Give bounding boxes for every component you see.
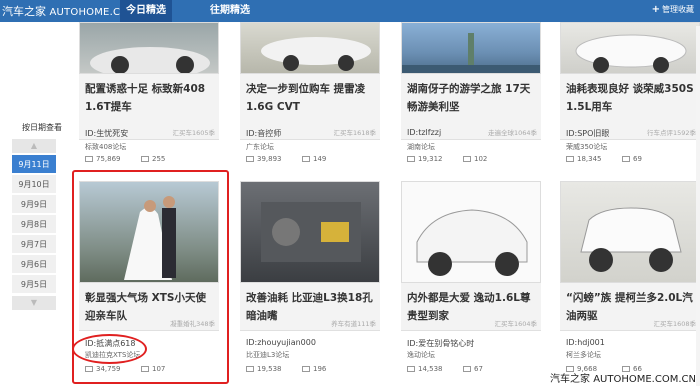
- manage-favorites-button[interactable]: + 管理收藏: [652, 4, 694, 15]
- forum-name[interactable]: 荣威350论坛: [566, 142, 607, 152]
- author-id[interactable]: ID:SPO旧眼: [566, 128, 609, 139]
- author-id[interactable]: ID:tzlfzzj: [407, 128, 441, 137]
- logo-text: 汽车之家: [2, 5, 46, 18]
- view-count: 18,345: [566, 155, 602, 163]
- article-title[interactable]: 湖南伢子的游学之旅 17天畅游美利坚: [407, 80, 537, 116]
- comment-icon: [622, 156, 630, 162]
- chevron-up-icon: ▲: [30, 141, 38, 150]
- eye-icon: [407, 366, 415, 372]
- article-title[interactable]: 配置诱惑十足 标致新408 1.6T提车: [85, 80, 215, 116]
- article-image[interactable]: [240, 22, 380, 74]
- watermark: 汽车之家 AUTOHOME.COM.CN: [550, 374, 696, 385]
- article-caption: 改善油耗 比亚迪L3换18孔暗油嘴 养车有道111季: [240, 283, 380, 331]
- comment-icon: [302, 156, 310, 162]
- article-image[interactable]: [560, 22, 700, 74]
- article-tag: 汇买车1604季: [494, 320, 537, 328]
- highlight-oval: [72, 334, 147, 364]
- author-id[interactable]: ID:爱在别骨铭心时: [407, 338, 474, 349]
- date-item[interactable]: 9月6日: [12, 255, 56, 274]
- forum-name[interactable]: 广东论坛: [246, 142, 274, 152]
- article-caption: 内外都是大爱 逸动1.6L尊贵型到家 汇买车1604季: [401, 283, 541, 331]
- eye-icon: [407, 156, 415, 162]
- reply-count: 255: [141, 155, 165, 163]
- reply-count: 196: [302, 365, 326, 373]
- article-tag: 养车有道111季: [331, 320, 376, 328]
- reply-count: 67: [463, 365, 483, 373]
- comment-icon: [302, 366, 310, 372]
- author-id[interactable]: ID:hdj001: [566, 338, 605, 347]
- date-item[interactable]: 9月9日: [12, 195, 56, 214]
- forum-name[interactable]: 逸动论坛: [407, 350, 435, 360]
- view-count: 14,538: [407, 365, 443, 373]
- article-title[interactable]: 油耗表现良好 谈荣威350S 1.5L用车: [566, 80, 696, 116]
- article-tag: 汇买车1605季: [172, 129, 215, 137]
- comment-icon: [463, 156, 471, 162]
- author-id[interactable]: ID:zhouyujian000: [246, 338, 316, 347]
- author-id[interactable]: ID:生忧死安: [85, 128, 128, 139]
- article-card[interactable]: 配置诱惑十足 标致新408 1.6T提车 汇买车1605季 ID:生忧死安 标致…: [79, 22, 219, 172]
- forum-name[interactable]: 比亚迪L3论坛: [246, 350, 289, 360]
- eye-icon: [85, 156, 93, 162]
- date-item[interactable]: 9月11日: [12, 155, 56, 174]
- date-item[interactable]: 9月8日: [12, 215, 56, 234]
- reply-count: 69: [622, 155, 642, 163]
- article-tag: 汇买车1618季: [333, 129, 376, 137]
- article-card[interactable]: “闪螃”族 提柯兰多2.0L汽油两驱 汇买车1608季 ID:hdj001 柯兰…: [560, 181, 700, 381]
- article-tag: 汇买车1608季: [653, 320, 696, 328]
- reply-count: 102: [463, 155, 487, 163]
- article-image[interactable]: [401, 22, 541, 74]
- eye-icon: [246, 156, 254, 162]
- date-item[interactable]: 9月10日: [12, 175, 56, 194]
- article-card[interactable]: 油耗表现良好 谈荣威350S 1.5L用车 行车点评1592季 ID:SPO旧眼…: [560, 22, 700, 172]
- article-card[interactable]: 改善油耗 比亚迪L3换18孔暗油嘴 养车有道111季 ID:zhouyujian…: [240, 181, 380, 381]
- forum-name[interactable]: 柯兰多论坛: [566, 350, 601, 360]
- view-count: 19,538: [246, 365, 282, 373]
- date-item[interactable]: 9月7日: [12, 235, 56, 254]
- scrollbar[interactable]: [696, 26, 700, 386]
- top-bar: 汽车之家 AUTOHOME.COM.CN 今日精选 往期精选 + 管理收藏: [0, 0, 700, 22]
- manage-label: 管理收藏: [662, 5, 694, 14]
- article-image[interactable]: [560, 181, 700, 283]
- tab-today[interactable]: 今日精选: [120, 0, 172, 22]
- view-count: 75,869: [85, 155, 121, 163]
- article-image[interactable]: [79, 22, 219, 74]
- article-card[interactable]: 内外都是大爱 逸动1.6L尊贵型到家 汇买车1604季 ID:爱在别骨铭心时 逸…: [401, 181, 541, 381]
- tab-past[interactable]: 往期精选: [204, 0, 256, 22]
- author-id[interactable]: ID:音控师: [246, 128, 281, 139]
- eye-icon: [566, 156, 574, 162]
- article-tag: 行车点评1592季: [646, 129, 696, 137]
- view-count: 39,893: [246, 155, 282, 163]
- article-image[interactable]: [401, 181, 541, 283]
- comment-icon: [463, 366, 471, 372]
- plus-icon: +: [651, 4, 660, 15]
- article-card[interactable]: 决定一步到位购车 提雷凌1.6G CVT 汇买车1618季 ID:音控师 广东论…: [240, 22, 380, 172]
- date-scroll-up-button[interactable]: ▲: [12, 139, 56, 153]
- article-tag: 走遍全球1064季: [487, 129, 537, 137]
- eye-icon: [246, 366, 254, 372]
- forum-name[interactable]: 标致408论坛: [85, 142, 126, 152]
- date-scroll-down-button[interactable]: ▼: [12, 296, 56, 310]
- forum-name[interactable]: 湖南论坛: [407, 142, 435, 152]
- chevron-down-icon: ▼: [30, 298, 38, 307]
- article-caption: “闪螃”族 提柯兰多2.0L汽油两驱 汇买车1608季: [560, 283, 700, 331]
- reply-count: 149: [302, 155, 326, 163]
- article-card[interactable]: 湖南伢子的游学之旅 17天畅游美利坚 走遍全球1064季 ID:tzlfzzj …: [401, 22, 541, 172]
- view-count: 19,312: [407, 155, 443, 163]
- article-image[interactable]: [240, 181, 380, 283]
- date-item[interactable]: 9月5日: [12, 275, 56, 294]
- sidebar-title: 按日期查看: [22, 123, 62, 132]
- comment-icon: [141, 156, 149, 162]
- article-title[interactable]: 决定一步到位购车 提雷凌1.6G CVT: [246, 80, 376, 116]
